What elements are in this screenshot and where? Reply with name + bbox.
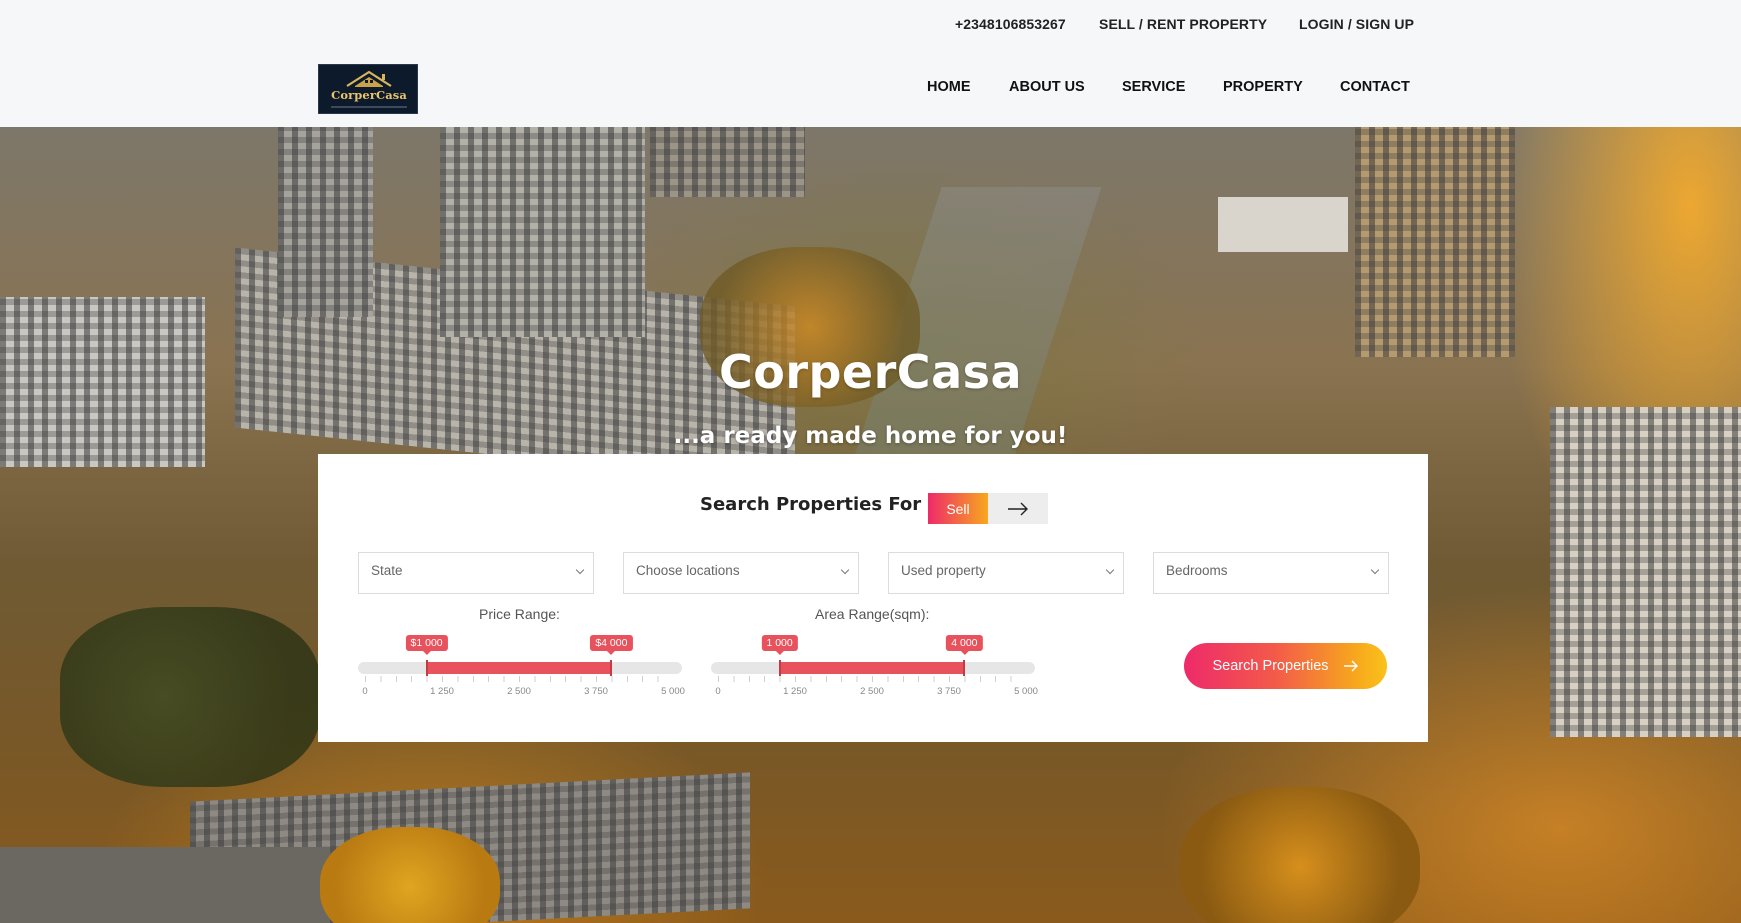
area-min-handle[interactable] (778, 660, 781, 676)
price-tick-label: 1 250 (430, 686, 454, 697)
search-button-label: Search Properties (1212, 658, 1329, 674)
bedrooms-select[interactable]: Bedrooms (1153, 552, 1389, 594)
top-bar: +2348106853267 SELL / RENT PROPERTY LOGI… (0, 0, 1741, 48)
price-range-label: Price Range: (479, 606, 560, 622)
sell-toggle-button[interactable]: Sell (928, 493, 988, 524)
price-min-handle[interactable] (425, 660, 428, 676)
hero-subtitle: ...a ready made home for you! (673, 423, 1068, 449)
nav-about-us[interactable]: ABOUT US (1009, 79, 1085, 95)
area-min-tag: 1 000 (761, 635, 798, 655)
chevron-down-icon (840, 565, 850, 575)
price-range-slider[interactable]: $1 000 $4 000 0 1 250 2 500 3 750 5 000 (358, 635, 685, 697)
area-max-tag: 4 000 (946, 635, 983, 655)
area-range-label: Area Range(sqm): (815, 606, 930, 622)
sell-rent-link[interactable]: SELL / RENT PROPERTY (1099, 16, 1267, 32)
area-slider-fill (779, 662, 965, 674)
state-select[interactable]: State (358, 552, 594, 594)
nav-contact[interactable]: CONTACT (1340, 79, 1410, 95)
search-heading: Search Properties For (700, 494, 922, 515)
location-select-value: Choose locations (636, 563, 740, 578)
search-panel: Search Properties For Sell State Choose … (318, 454, 1428, 742)
arrow-right-icon (1008, 502, 1028, 515)
price-min-tag: $1 000 (405, 635, 448, 655)
nav-property[interactable]: PROPERTY (1223, 79, 1303, 95)
toggle-next-button[interactable] (988, 493, 1048, 524)
chevron-down-icon (575, 565, 585, 575)
location-select[interactable]: Choose locations (623, 552, 859, 594)
nav-home[interactable]: HOME (927, 79, 971, 95)
area-range-slider[interactable]: 1 000 4 000 0 1 250 2 500 3 750 5 000 (711, 635, 1038, 697)
price-slider-fill (426, 662, 612, 674)
area-tick-label: 5 000 (1014, 686, 1038, 697)
login-signup-link[interactable]: LOGIN / SIGN UP (1299, 16, 1414, 32)
price-tick-label: 2 500 (507, 686, 531, 697)
property-condition-value: Used property (901, 563, 986, 578)
main-navbar: CorperCasa HOME ABOUT US SERVICE PROPERT… (0, 48, 1741, 127)
listing-type-toggle: Sell (928, 493, 1048, 524)
search-properties-button[interactable]: Search Properties (1184, 643, 1387, 689)
area-slider-ticks (718, 676, 1026, 682)
nav-service[interactable]: SERVICE (1122, 79, 1185, 95)
price-max-handle[interactable] (610, 660, 613, 676)
price-max-tag: $4 000 (590, 635, 633, 655)
logo[interactable]: CorperCasa (318, 64, 418, 114)
hero-title: CorperCasa (718, 345, 1023, 399)
area-max-handle[interactable] (963, 660, 966, 676)
bedrooms-select-value: Bedrooms (1166, 563, 1228, 578)
area-tick-label: 1 250 (783, 686, 807, 697)
area-tick-label: 3 750 (937, 686, 961, 697)
logo-text: CorperCasa (331, 88, 407, 102)
arrow-right-icon (1343, 660, 1358, 672)
price-tick-label: 0 (362, 686, 368, 697)
state-select-value: State (371, 563, 403, 578)
property-condition-select[interactable]: Used property (888, 552, 1124, 594)
price-tick-label: 3 750 (584, 686, 608, 697)
price-slider-ticks (365, 676, 673, 682)
phone-link[interactable]: +2348106853267 (955, 16, 1066, 32)
area-tick-label: 0 (715, 686, 721, 697)
chevron-down-icon (1370, 565, 1380, 575)
chevron-down-icon (1105, 565, 1115, 575)
area-tick-label: 2 500 (860, 686, 884, 697)
price-tick-label: 5 000 (661, 686, 685, 697)
